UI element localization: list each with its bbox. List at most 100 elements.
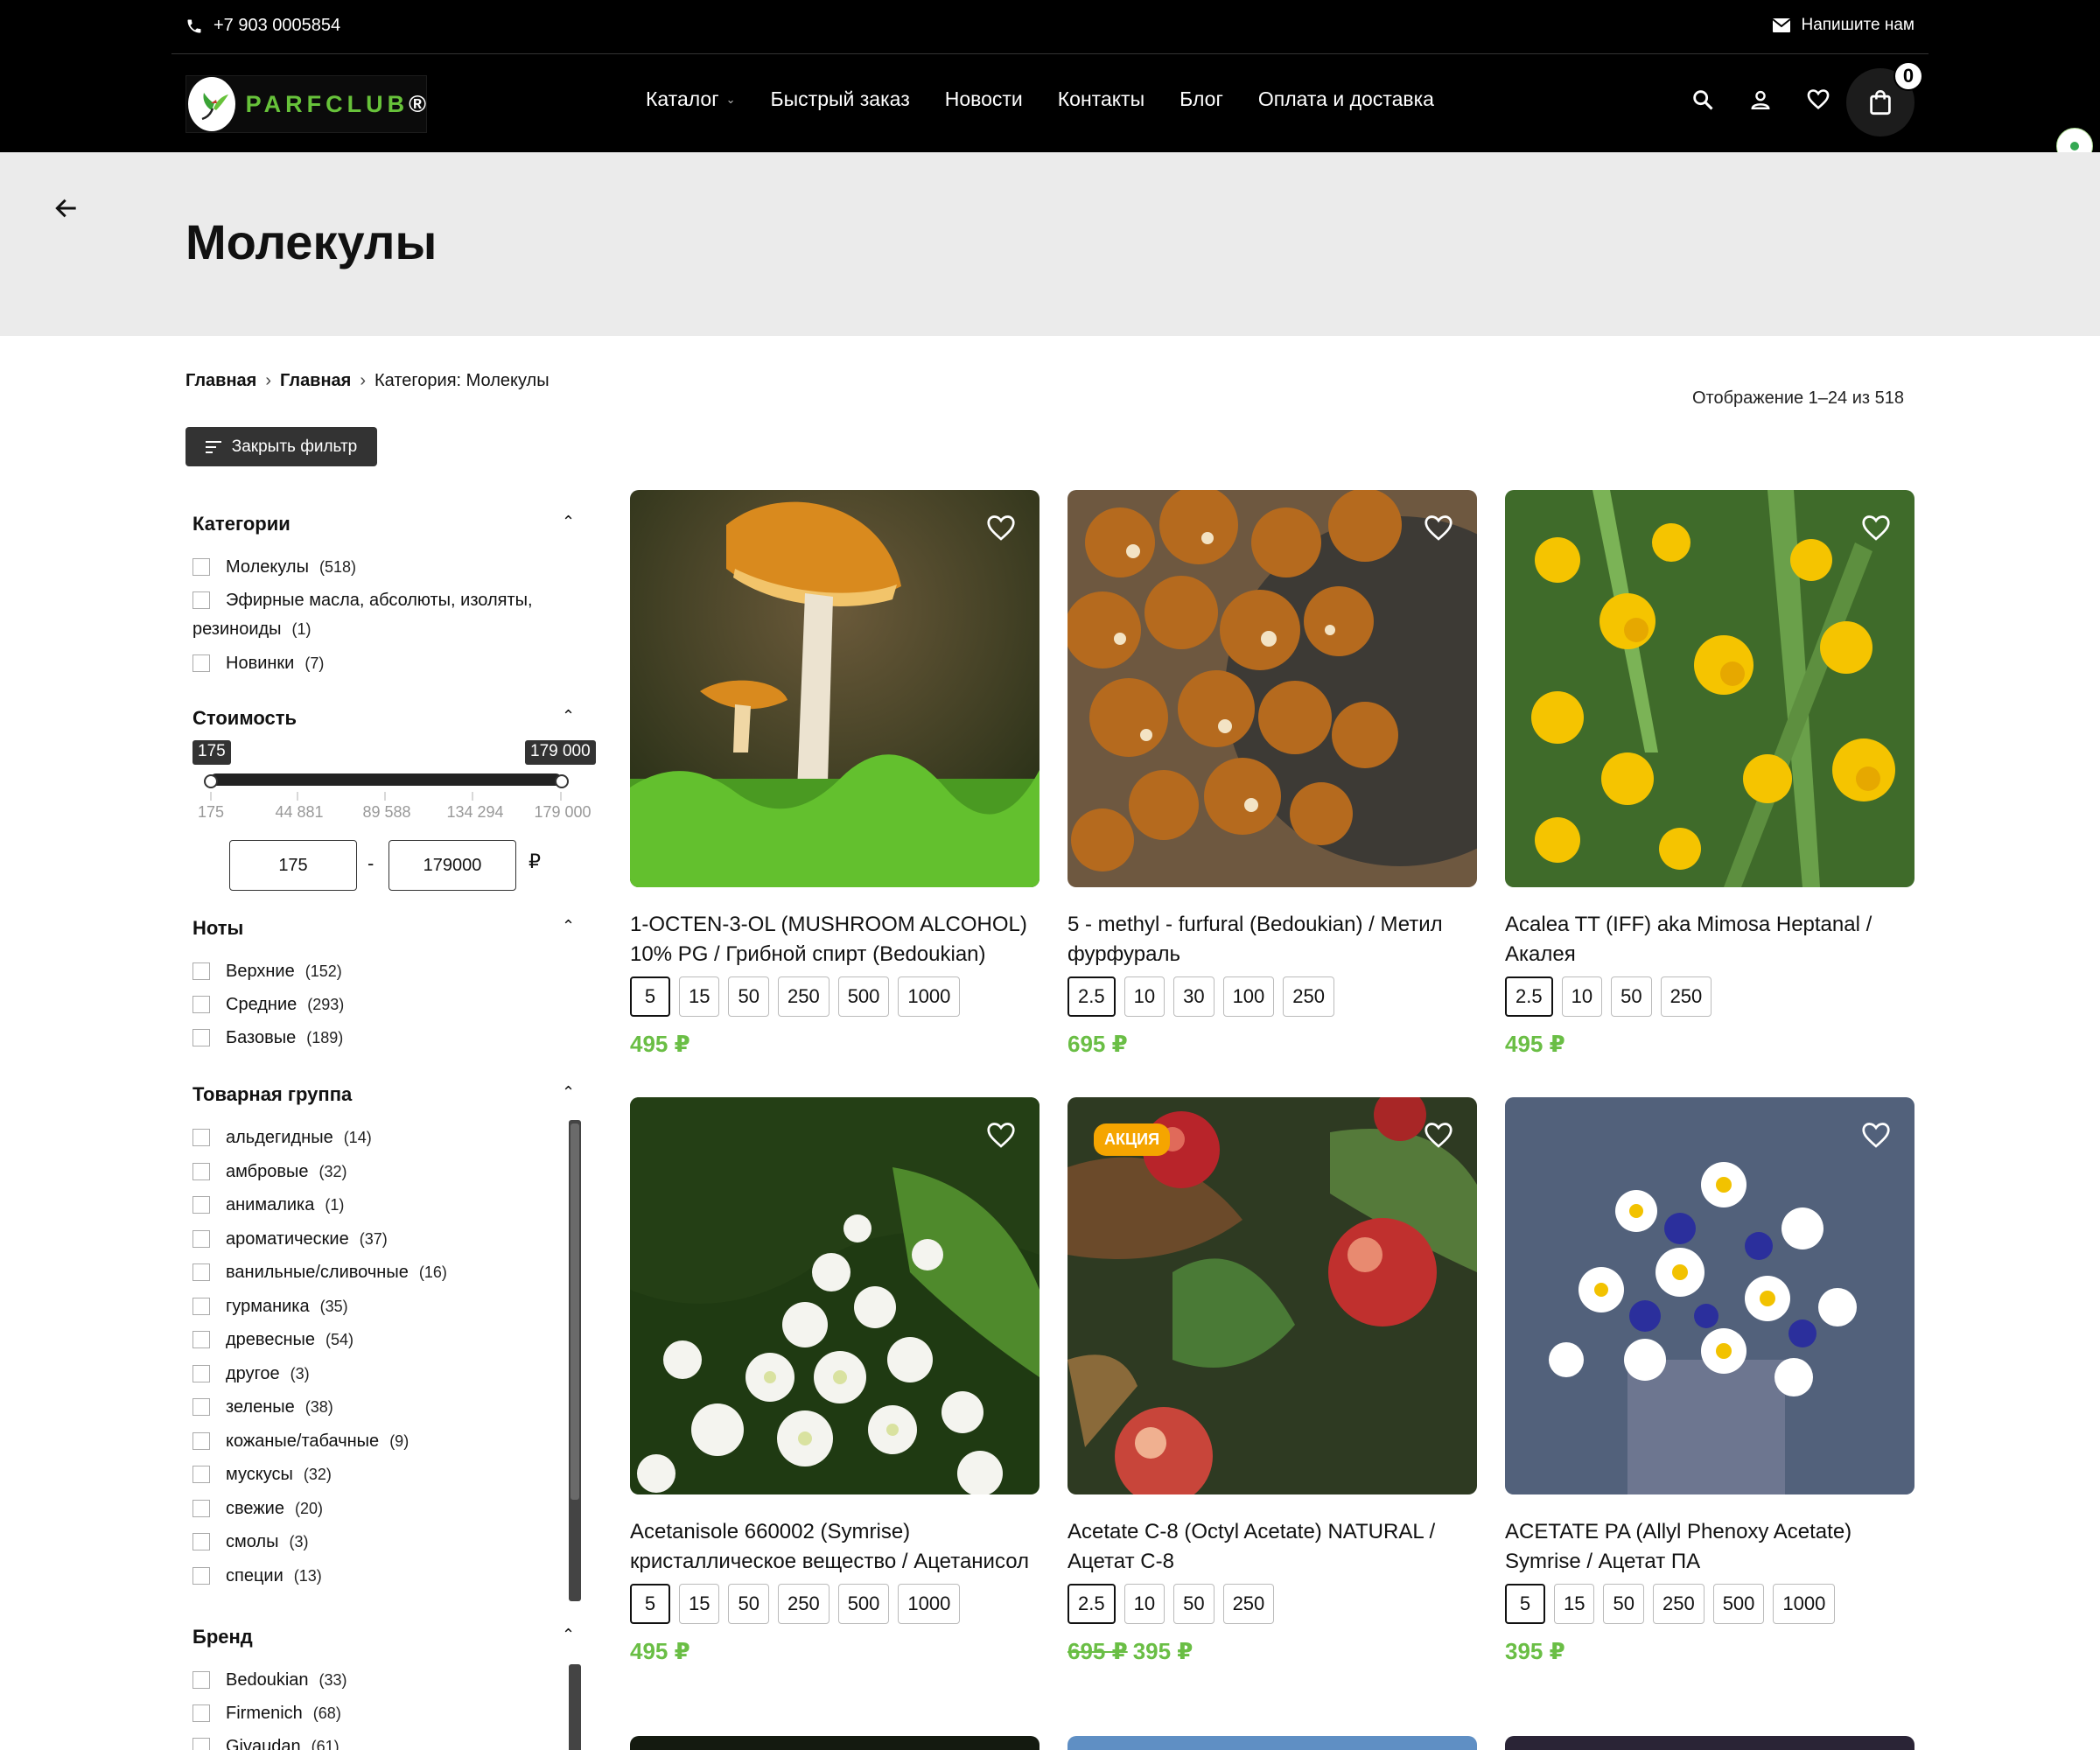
heart-icon[interactable] — [1860, 513, 1892, 544]
price-slider-max-handle[interactable] — [555, 774, 569, 788]
size-option[interactable]: 5 — [630, 976, 670, 1017]
checkbox[interactable] — [192, 1432, 210, 1450]
size-option[interactable]: 10 — [1561, 976, 1603, 1017]
size-option[interactable]: 15 — [679, 1584, 720, 1624]
nav-quick-order[interactable]: Быстрый заказ — [771, 88, 910, 111]
product-title[interactable]: Acetanisole 660002 (Symrise) кристалличе… — [630, 1517, 1040, 1577]
product-image[interactable]: АКЦИЯ — [1068, 1097, 1477, 1494]
size-option[interactable]: 50 — [728, 976, 769, 1017]
product-title[interactable]: ACETATE PA (Allyl Phenoxy Acetate) Symri… — [1505, 1517, 1914, 1577]
product-card[interactable]: 5 - methyl - furfural (Bedoukian) / Мети… — [1068, 490, 1477, 1058]
filter-group-item[interactable]: специи (13) — [192, 1562, 322, 1591]
heart-icon[interactable] — [985, 1120, 1017, 1152]
price-max-input[interactable]: 179000 — [388, 840, 516, 891]
checkbox[interactable] — [192, 1499, 210, 1517]
product-card[interactable]: 1-OCTEN-3-OL (MUSHROOM ALCOHOL) 10% PG /… — [630, 490, 1040, 1058]
product-card[interactable]: Acalea TT (IFF) aka Mimosa Heptanal / Ак… — [1505, 490, 1914, 1058]
checkbox[interactable] — [192, 1029, 210, 1046]
heart-icon[interactable] — [1860, 1120, 1892, 1152]
product-image[interactable] — [630, 1097, 1040, 1494]
filter-group-item[interactable]: амбровые (32) — [192, 1158, 347, 1186]
checkbox[interactable] — [192, 1297, 210, 1315]
chevron-up-icon[interactable]: ⌃ — [562, 707, 575, 725]
checkbox[interactable] — [192, 1671, 210, 1689]
write-us-link[interactable]: Напишите нам — [1773, 16, 1914, 35]
checkbox[interactable] — [192, 962, 210, 980]
chevron-up-icon[interactable]: ⌃ — [562, 1083, 575, 1102]
size-option[interactable]: 5 — [1505, 1584, 1545, 1624]
price-slider-min-handle[interactable] — [204, 774, 218, 788]
filter-group-item[interactable]: свежие (20) — [192, 1494, 323, 1523]
nav-catalog[interactable]: Каталог ⌄ — [646, 88, 736, 111]
user-icon[interactable] — [1745, 84, 1776, 116]
size-option[interactable]: 50 — [1173, 1584, 1214, 1624]
size-option[interactable]: 100 — [1222, 976, 1275, 1017]
product-title[interactable]: 5 - methyl - furfural (Bedoukian) / Мети… — [1068, 910, 1477, 970]
size-option[interactable]: 10 — [1124, 976, 1166, 1017]
checkbox[interactable] — [192, 558, 210, 576]
checkbox[interactable] — [192, 996, 210, 1013]
filter-group-item[interactable]: кожаные/табачные (9) — [192, 1427, 409, 1456]
size-option[interactable]: 15 — [679, 976, 720, 1017]
size-option[interactable]: 5 — [630, 1584, 670, 1624]
size-option[interactable]: 1000 — [1773, 1584, 1836, 1624]
scrollbar-thumb[interactable] — [570, 1124, 579, 1500]
heart-icon[interactable] — [1423, 513, 1454, 544]
size-option[interactable]: 250 — [777, 976, 830, 1017]
filter-group-item[interactable]: ванильные/сливочные (16) — [192, 1258, 447, 1287]
filter-group-item[interactable]: мускусы (32) — [192, 1460, 332, 1489]
size-option[interactable]: 30 — [1173, 976, 1214, 1017]
checkbox[interactable] — [192, 1162, 210, 1180]
filter-group-item[interactable]: древесные (54) — [192, 1326, 354, 1354]
product-title[interactable]: 1-OCTEN-3-OL (MUSHROOM ALCOHOL) 10% PG /… — [630, 910, 1040, 970]
back-arrow-icon[interactable] — [52, 194, 80, 222]
filter-category-item[interactable]: Молекулы (518) — [192, 553, 356, 582]
size-option[interactable]: 500 — [837, 1584, 890, 1624]
brand-scrollbar[interactable] — [569, 1664, 581, 1750]
size-option[interactable]: 2.5 — [1068, 1584, 1116, 1624]
close-filter-button[interactable]: Закрыть фильтр — [186, 427, 377, 466]
product-image[interactable] — [1505, 490, 1914, 887]
size-option[interactable]: 250 — [777, 1584, 830, 1624]
product-card-partial[interactable] — [1505, 1736, 1914, 1750]
product-card[interactable]: АКЦИЯ Acetate C-8 (Octyl Acetate) NATURA… — [1068, 1097, 1477, 1665]
size-option[interactable]: 500 — [1712, 1584, 1765, 1624]
heart-icon[interactable] — [985, 513, 1017, 544]
chevron-up-icon[interactable]: ⌃ — [562, 917, 575, 935]
checkbox[interactable] — [192, 1566, 210, 1585]
checkbox[interactable] — [192, 1533, 210, 1550]
product-card[interactable]: Acetanisole 660002 (Symrise) кристалличе… — [630, 1097, 1040, 1665]
product-title[interactable]: Acalea TT (IFF) aka Mimosa Heptanal / Ак… — [1505, 910, 1914, 970]
checkbox[interactable] — [192, 1331, 210, 1348]
size-option[interactable]: 2.5 — [1505, 976, 1553, 1017]
group-scrollbar[interactable] — [569, 1120, 581, 1601]
product-card[interactable]: ACETATE PA (Allyl Phenoxy Acetate) Symri… — [1505, 1097, 1914, 1665]
checkbox[interactable] — [192, 654, 210, 672]
filter-brand-item[interactable]: Firmenich (68) — [192, 1699, 341, 1728]
product-card-partial[interactable] — [630, 1736, 1040, 1750]
heart-icon[interactable] — [1423, 1120, 1454, 1152]
chevron-up-icon[interactable]: ⌃ — [562, 513, 575, 531]
filter-category-item[interactable]: Эфирные масла, абсолюты, изоляты, резинои… — [192, 586, 578, 644]
checkbox[interactable] — [192, 1398, 210, 1416]
size-option[interactable]: 50 — [1603, 1584, 1644, 1624]
size-option[interactable]: 500 — [837, 976, 890, 1017]
heart-icon[interactable] — [1802, 84, 1834, 116]
size-option[interactable]: 2.5 — [1068, 976, 1116, 1017]
site-logo[interactable]: PARFCLUB® — [186, 75, 427, 133]
size-option[interactable]: 250 — [1283, 976, 1334, 1017]
nav-news[interactable]: Новости — [945, 88, 1023, 111]
product-image[interactable] — [630, 490, 1040, 887]
price-slider-track[interactable] — [210, 774, 562, 786]
checkbox[interactable] — [192, 1364, 210, 1382]
filter-group-item[interactable]: анималика (1) — [192, 1191, 344, 1220]
search-icon[interactable] — [1687, 84, 1718, 116]
size-option[interactable]: 10 — [1124, 1584, 1166, 1624]
checkbox[interactable] — [192, 1129, 210, 1146]
size-option[interactable]: 250 — [1222, 1584, 1275, 1624]
filter-group-item[interactable]: зеленые (38) — [192, 1393, 333, 1422]
breadcrumb-home[interactable]: Главная — [186, 371, 256, 391]
filter-notes-item[interactable]: Средние (293) — [192, 990, 344, 1019]
filter-brand-item[interactable]: Bedoukian (33) — [192, 1666, 347, 1695]
filter-notes-item[interactable]: Верхние (152) — [192, 957, 342, 986]
